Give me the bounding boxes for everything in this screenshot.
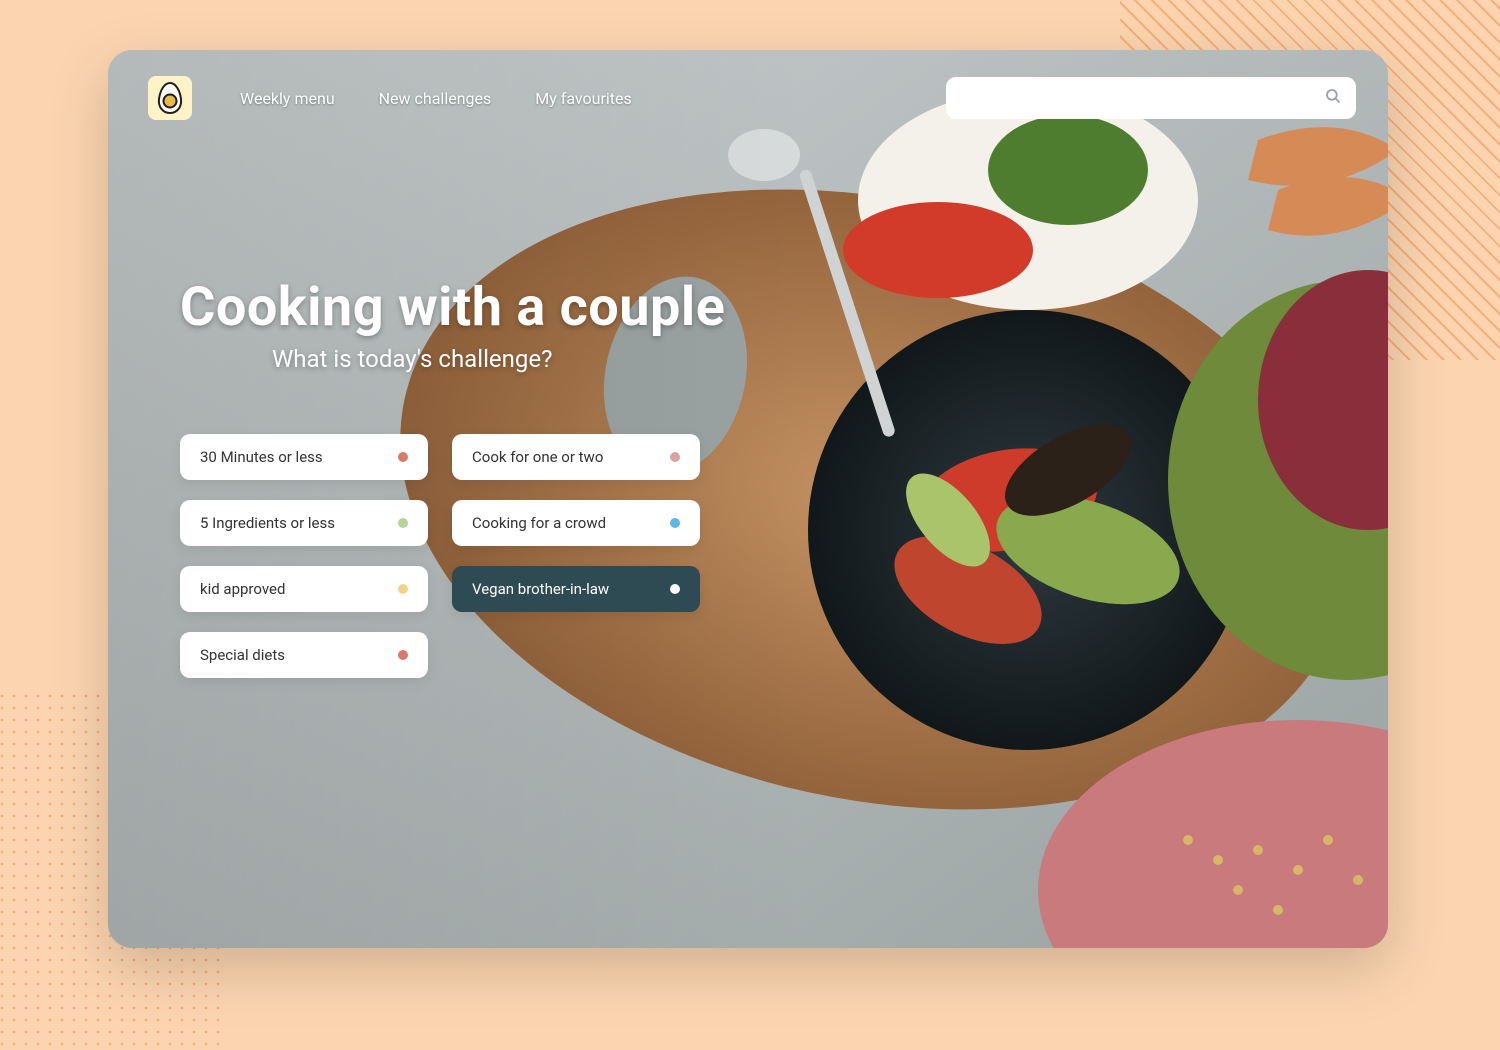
challenge-cook-for-crowd[interactable]: Cooking for a crowd xyxy=(452,500,700,546)
hero-title: Cooking with a couple xyxy=(180,276,725,339)
challenge-label: kid approved xyxy=(200,580,285,598)
nav-links: Weekly menu New challenges My favourites xyxy=(240,89,632,108)
hero-text: Cooking with a couple What is today's ch… xyxy=(180,276,725,373)
challenge-col-2: Cook for one or two Cooking for a crowd … xyxy=(452,434,700,678)
challenge-label: 5 Ingredients or less xyxy=(200,514,335,532)
challenge-dot xyxy=(398,452,408,462)
search-input[interactable] xyxy=(960,90,1324,107)
challenge-label: Cook for one or two xyxy=(472,448,603,466)
challenge-label: Vegan brother-in-law xyxy=(472,580,609,598)
nav-new-challenges[interactable]: New challenges xyxy=(379,89,492,108)
challenge-dot xyxy=(398,650,408,660)
hero-subtitle: What is today's challenge? xyxy=(180,345,725,373)
challenge-5-ingredients[interactable]: 5 Ingredients or less xyxy=(180,500,428,546)
nav-my-favourites[interactable]: My favourites xyxy=(535,89,632,108)
challenge-30-minutes[interactable]: 30 Minutes or less xyxy=(180,434,428,480)
search-bar[interactable] xyxy=(946,77,1356,119)
challenge-dot xyxy=(398,584,408,594)
challenge-col-1: 30 Minutes or less 5 Ingredients or less… xyxy=(180,434,428,678)
top-nav: Weekly menu New challenges My favourites xyxy=(148,76,1356,120)
challenge-dot xyxy=(670,518,680,528)
challenge-label: Cooking for a crowd xyxy=(472,514,606,532)
challenge-vegan-brother-in-law[interactable]: Vegan brother-in-law xyxy=(452,566,700,612)
challenge-label: 30 Minutes or less xyxy=(200,448,323,466)
challenge-kid-approved[interactable]: kid approved xyxy=(180,566,428,612)
challenge-label: Special diets xyxy=(200,646,285,664)
avocado-icon xyxy=(156,81,184,115)
nav-weekly-menu[interactable]: Weekly menu xyxy=(240,89,335,108)
challenge-dot xyxy=(398,518,408,528)
challenge-dot xyxy=(670,452,680,462)
search-icon[interactable] xyxy=(1324,87,1342,109)
challenge-dot xyxy=(670,584,680,594)
challenge-grid: 30 Minutes or less 5 Ingredients or less… xyxy=(180,434,700,678)
challenge-special-diets[interactable]: Special diets xyxy=(180,632,428,678)
logo[interactable] xyxy=(148,76,192,120)
app-window: Weekly menu New challenges My favourites… xyxy=(108,50,1388,948)
challenge-cook-for-one[interactable]: Cook for one or two xyxy=(452,434,700,480)
